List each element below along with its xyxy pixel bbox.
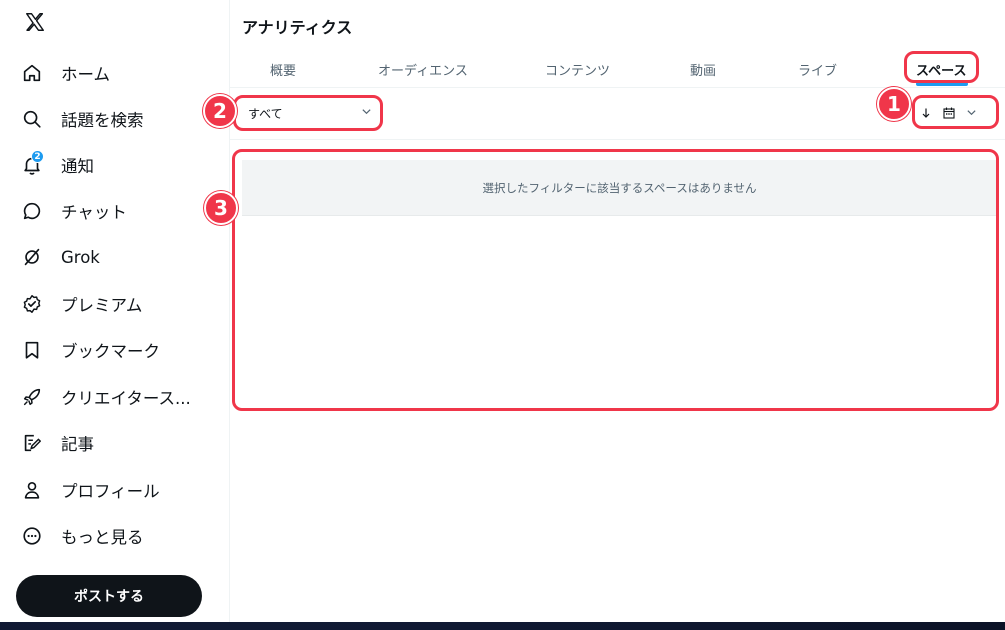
sidebar-item-label: ブックマーク <box>61 342 160 361</box>
sidebar-item-label: Grok <box>61 247 100 267</box>
sidebar-item-chat[interactable]: チャット <box>20 191 220 231</box>
sidebar: ホーム 話題を検索 2 通知 チャット Grok プレミアム ブックマーク クリ… <box>0 0 230 622</box>
x-analytics-window: ホーム 話題を検索 2 通知 チャット Grok プレミアム ブックマーク クリ… <box>0 0 1005 622</box>
sidebar-item-more[interactable]: もっと見る <box>20 516 220 556</box>
tab-live[interactable]: ライブ <box>798 60 837 79</box>
annotation-box-spaces-tab <box>904 51 979 83</box>
tab-overview[interactable]: 概要 <box>270 60 296 79</box>
home-icon <box>20 61 44 85</box>
grok-icon <box>20 245 44 269</box>
sidebar-item-label: もっと見る <box>61 528 144 547</box>
notification-count-badge: 2 <box>31 150 44 163</box>
annotation-number-1: 1 <box>877 87 911 121</box>
tab-audience[interactable]: オーディエンス <box>378 60 468 79</box>
annotation-box-filter <box>233 95 383 131</box>
sidebar-item-premium[interactable]: プレミアム <box>20 284 220 324</box>
bookmark-icon <box>20 338 44 362</box>
tab-content[interactable]: コンテンツ <box>545 60 610 79</box>
sidebar-item-label: クリエイタース... <box>61 389 191 408</box>
sidebar-item-label: 通知 <box>61 157 94 176</box>
sidebar-item-grok[interactable]: Grok <box>20 237 220 277</box>
sidebar-item-label: 話題を検索 <box>61 111 144 130</box>
page-title: アナリティクス <box>242 18 353 37</box>
sidebar-item-label: ホーム <box>61 65 111 84</box>
tab-video[interactable]: 動画 <box>690 60 716 79</box>
annotation-box-sort <box>912 95 999 129</box>
sidebar-item-label: チャット <box>61 203 127 222</box>
bell-icon: 2 <box>20 150 44 177</box>
search-icon <box>20 107 44 131</box>
divider <box>230 139 1005 140</box>
article-icon <box>20 431 44 455</box>
sidebar-item-articles[interactable]: 記事 <box>20 423 220 463</box>
annotation-number-2: 2 <box>203 94 237 128</box>
post-button[interactable]: ポストする <box>16 575 202 617</box>
analytics-tabs: 概要 オーディエンス コンテンツ 動画 ライブ スペース <box>230 48 1005 88</box>
sidebar-item-search[interactable]: 話題を検索 <box>20 99 220 139</box>
sidebar-item-label: 記事 <box>61 435 94 454</box>
chat-bubble-icon <box>20 199 44 223</box>
annotation-number-3: 3 <box>204 191 238 225</box>
person-icon <box>20 478 44 502</box>
annotation-box-results <box>232 149 999 411</box>
sidebar-item-label: プロフィール <box>61 482 160 501</box>
sidebar-item-home[interactable]: ホーム <box>20 53 220 93</box>
more-circle-icon <box>20 524 44 548</box>
sidebar-item-label: プレミアム <box>61 296 143 315</box>
x-logo-icon[interactable] <box>24 11 48 35</box>
sidebar-item-notifications[interactable]: 2 通知 <box>20 145 220 185</box>
sidebar-item-bookmarks[interactable]: ブックマーク <box>20 330 220 370</box>
premium-badge-icon <box>20 292 44 316</box>
rocket-icon <box>20 385 44 409</box>
sidebar-item-creator-studio[interactable]: クリエイタース... <box>20 377 220 417</box>
sidebar-item-profile[interactable]: プロフィール <box>20 470 220 510</box>
